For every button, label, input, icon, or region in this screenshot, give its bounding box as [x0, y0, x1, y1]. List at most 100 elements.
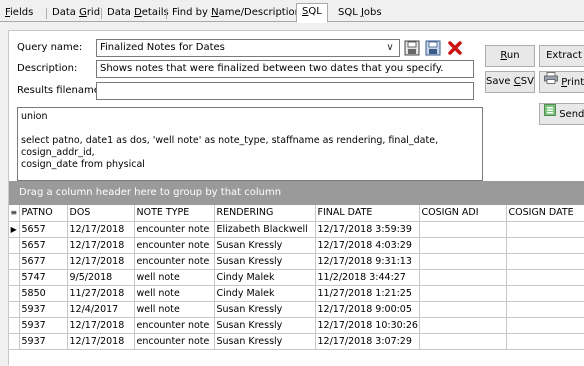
table-cell[interactable] [506, 221, 584, 238]
table-cell[interactable] [506, 301, 584, 318]
table-cell[interactable]: 12/4/2017 [67, 301, 135, 318]
table-row[interactable]: 5657 12/17/2018 encounter note Susan Kressl… [9, 237, 584, 254]
table-cell[interactable]: 5850 [19, 285, 68, 302]
table-row[interactable]: 5747 9/5/2018 well note Cindy Malek 11/2/201… [9, 269, 584, 286]
table-cell[interactable]: 5657 [19, 221, 68, 238]
table-row[interactable]: 5937 12/17/2018 encounter note Susan Kressl… [9, 333, 584, 350]
table-cell[interactable]: 5677 [19, 253, 68, 270]
row-indicator[interactable] [9, 317, 20, 334]
table-cell[interactable]: 12/17/2018 3:59:39 [315, 221, 420, 238]
save-as-query-icon[interactable] [424, 39, 442, 57]
table-cell[interactable]: Elizabeth Blackwell [214, 221, 316, 238]
table-cell[interactable]: 12/17/2018 [67, 253, 135, 270]
row-pointer-icon[interactable]: ▶ [9, 221, 20, 238]
table-cell[interactable]: 12/17/2018 9:00:05 [315, 301, 420, 318]
table-cell[interactable] [419, 237, 507, 254]
table-cell[interactable]: 12/17/2018 9:31:13 [315, 253, 420, 270]
table-cell[interactable] [419, 269, 507, 286]
column-header[interactable]: RENDERING [214, 205, 316, 222]
table-cell[interactable]: Susan Kressly [214, 317, 316, 334]
column-header[interactable]: PATNO [19, 205, 68, 222]
tab-fields[interactable]: Fields [0, 6, 38, 22]
table-cell[interactable]: encounter note [134, 237, 215, 254]
tab-data-grid[interactable]: Data Grid [47, 6, 105, 22]
extract-button[interactable]: Extract [539, 45, 584, 67]
tab-data-details[interactable]: Data Details [102, 6, 174, 22]
table-cell[interactable] [506, 253, 584, 270]
table-cell[interactable]: well note [134, 285, 215, 302]
table-cell[interactable]: 5937 [19, 317, 68, 334]
table-cell[interactable] [419, 301, 507, 318]
table-cell[interactable] [419, 253, 507, 270]
table-cell[interactable]: well note [134, 301, 215, 318]
table-cell[interactable] [506, 269, 584, 286]
table-cell[interactable]: 11/2/2018 3:44:27 [315, 269, 420, 286]
row-indicator[interactable] [9, 333, 20, 350]
table-cell[interactable] [506, 317, 584, 334]
save-query-icon[interactable] [403, 39, 421, 57]
table-row[interactable]: 5937 12/17/2018 encounter note Susan Kressl… [9, 317, 584, 334]
table-cell[interactable]: Cindy Malek [214, 285, 316, 302]
results-filename-field[interactable] [96, 82, 474, 100]
table-cell[interactable]: 5937 [19, 301, 68, 318]
tab-find-by-name[interactable]: Find by Name/Description [167, 6, 306, 22]
table-cell[interactable] [419, 317, 507, 334]
description-field[interactable]: Shows notes that were finalized between … [96, 60, 474, 78]
column-header[interactable]: COSIGN DATE [506, 205, 584, 222]
table-cell[interactable]: encounter note [134, 221, 215, 238]
tab-sql-jobs[interactable]: SQL Jobs [333, 6, 387, 22]
tab-sql[interactable]: SQL [296, 3, 328, 23]
column-header[interactable]: NOTE TYPE [134, 205, 215, 222]
table-row[interactable]: 5937 12/4/2017 well note Susan Kressly 12/17… [9, 301, 584, 318]
send-button[interactable]: Send [539, 103, 584, 125]
table-cell[interactable]: 12/17/2018 [67, 333, 135, 350]
save-csv-button[interactable]: Save CSV [485, 71, 535, 93]
table-cell[interactable]: 12/17/2018 10:30:26 [315, 317, 420, 334]
table-cell[interactable] [506, 285, 584, 302]
table-cell[interactable] [419, 221, 507, 238]
row-indicator[interactable] [9, 253, 20, 270]
group-by-panel[interactable]: Drag a column header here to group by th… [9, 181, 584, 205]
table-cell[interactable]: Susan Kressly [214, 333, 316, 350]
table-cell[interactable]: encounter note [134, 317, 215, 334]
sql-editor[interactable]: union select patno, date1 as dos, 'well … [17, 107, 483, 181]
query-name-combobox[interactable]: Finalized Notes for Dates ∨ [96, 39, 400, 57]
table-cell[interactable] [419, 285, 507, 302]
row-indicator[interactable] [9, 237, 20, 254]
row-indicator[interactable] [9, 301, 20, 318]
column-header[interactable]: COSIGN ADI [419, 205, 507, 222]
table-cell[interactable]: Cindy Malek [214, 269, 316, 286]
table-cell[interactable]: 12/17/2018 [67, 221, 135, 238]
table-cell[interactable]: Susan Kressly [214, 301, 316, 318]
run-button[interactable]: Run [485, 45, 535, 67]
column-header[interactable]: DOS [67, 205, 135, 222]
table-cell[interactable]: Susan Kressly [214, 237, 316, 254]
results-grid[interactable]: ≡ PATNO DOS NOTE TYPE RENDERING FINAL DATE CO… [9, 205, 584, 350]
table-cell[interactable] [419, 333, 507, 350]
table-cell[interactable]: 12/17/2018 4:03:29 [315, 237, 420, 254]
table-cell[interactable]: Susan Kressly [214, 253, 316, 270]
table-cell[interactable]: 5657 [19, 237, 68, 254]
delete-query-icon[interactable] [446, 39, 464, 57]
table-row[interactable]: 5677 12/17/2018 encounter note Susan Kressl… [9, 253, 584, 270]
table-cell[interactable] [506, 237, 584, 254]
table-cell[interactable] [506, 333, 584, 350]
table-cell[interactable]: 9/5/2018 [67, 269, 135, 286]
table-cell[interactable]: 12/17/2018 [67, 317, 135, 334]
row-indicator[interactable] [9, 285, 20, 302]
row-indicator[interactable] [9, 269, 20, 286]
table-cell[interactable]: 11/27/2018 [67, 285, 135, 302]
table-cell[interactable]: well note [134, 269, 215, 286]
table-row[interactable]: ▶ 5657 12/17/2018 encounter note Elizabeth B… [9, 221, 584, 238]
column-header[interactable]: FINAL DATE [315, 205, 420, 222]
chevron-down-icon[interactable]: ∨ [383, 41, 397, 55]
table-cell[interactable]: 5937 [19, 333, 68, 350]
table-cell[interactable]: encounter note [134, 333, 215, 350]
table-cell[interactable]: 12/17/2018 3:07:29 [315, 333, 420, 350]
print-button[interactable]: Print [539, 71, 584, 93]
table-cell[interactable]: 12/17/2018 [67, 237, 135, 254]
table-cell[interactable]: 5747 [19, 269, 68, 286]
table-cell[interactable]: encounter note [134, 253, 215, 270]
table-cell[interactable]: 11/27/2018 1:21:25 [315, 285, 420, 302]
column-chooser-icon[interactable]: ≡ [9, 205, 20, 222]
